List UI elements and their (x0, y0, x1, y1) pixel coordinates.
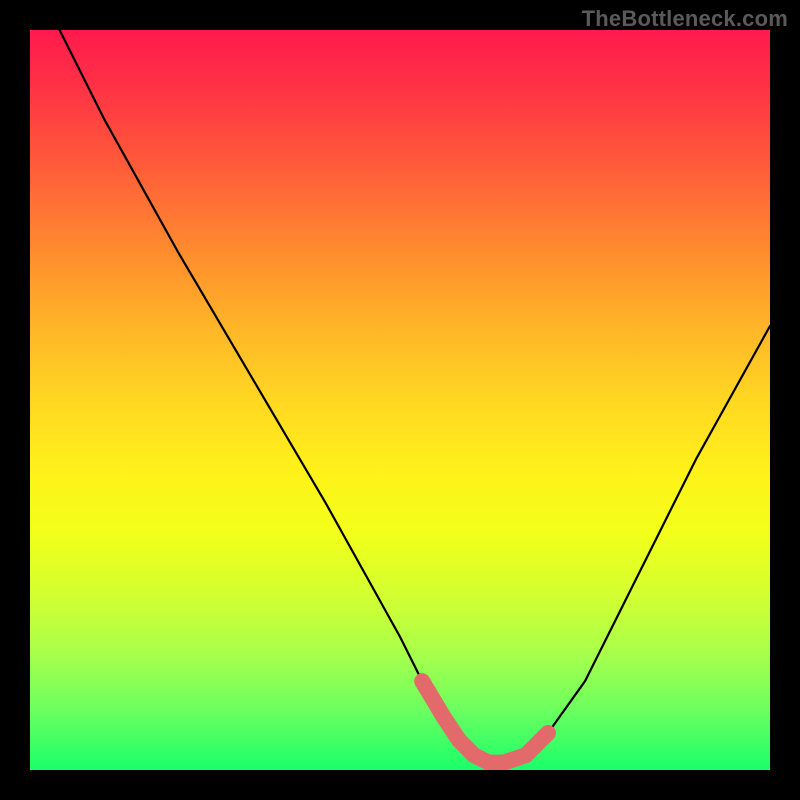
watermark-text: TheBottleneck.com (582, 6, 788, 32)
plot-area (30, 30, 770, 770)
chart-frame: TheBottleneck.com (0, 0, 800, 800)
bottleneck-curve (60, 30, 770, 763)
curve-overlay (30, 30, 770, 770)
flat-valley-highlight (422, 681, 548, 762)
